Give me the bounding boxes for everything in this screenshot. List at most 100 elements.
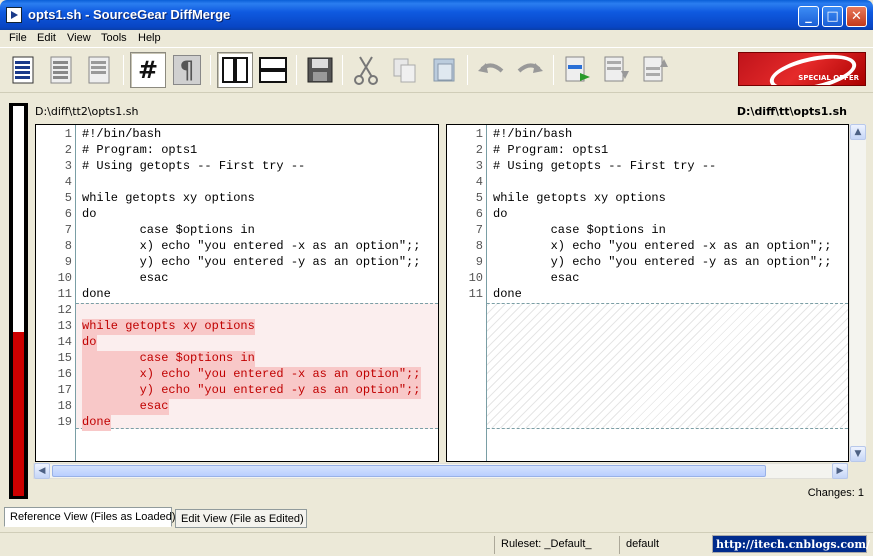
left-code-line[interactable]: done <box>82 415 111 429</box>
pilcrow-icon[interactable]: ¶ <box>169 52 205 88</box>
menu-tools[interactable]: Tools <box>101 32 127 44</box>
menu-file[interactable]: File <box>9 32 27 44</box>
right-code-line[interactable]: x) echo "you entered -x as an option";; <box>493 239 832 253</box>
close-button[interactable]: ✕ <box>846 6 867 27</box>
view-file-icon[interactable] <box>6 52 42 88</box>
next-change-icon[interactable] <box>559 52 595 88</box>
menu-view[interactable]: View <box>67 32 91 44</box>
scroll-down-button[interactable]: ▼ <box>850 446 866 462</box>
tab-reference-view[interactable]: Reference View (Files as Loaded) <box>4 507 176 527</box>
menu-edit[interactable]: Edit <box>37 32 56 44</box>
maximize-button[interactable]: □ <box>822 6 843 27</box>
left-line-number: 6 <box>64 207 72 221</box>
special-offer-banner[interactable]: SPECIAL OFFER <box>738 52 866 86</box>
left-code-line[interactable]: do <box>82 335 96 349</box>
right-line-number: 8 <box>475 239 483 253</box>
left-line-number: 16 <box>57 367 72 381</box>
right-code-line[interactable]: y) echo "you entered -y as an option";; <box>493 255 832 269</box>
changes-count: Changes: 1 <box>807 487 864 499</box>
left-code-line[interactable]: y) echo "you entered -y as an option";; <box>82 383 421 397</box>
app-icon[interactable] <box>6 7 22 23</box>
right-code-line[interactable]: done <box>493 287 522 301</box>
left-code-line[interactable]: y) echo "you entered -y as an option";; <box>82 255 421 269</box>
view-diff-icon[interactable] <box>44 52 80 88</box>
left-code-line[interactable]: x) echo "you entered -x as an option";; <box>82 239 421 253</box>
left-line-number: 7 <box>64 223 72 237</box>
right-line-number: 3 <box>475 159 483 173</box>
prev-change-icon[interactable] <box>598 52 634 88</box>
left-line-number: 2 <box>64 143 72 157</box>
diff-overview-bar[interactable] <box>9 103 28 499</box>
vertical-scrollbar[interactable]: ▲ ▼ <box>849 124 866 462</box>
left-code-line[interactable]: esac <box>82 399 169 413</box>
window-title: opts1.sh - SourceGear DiffMerge <box>28 7 231 22</box>
left-line-number: 4 <box>64 175 72 189</box>
side-by-side-icon[interactable] <box>217 52 253 88</box>
menu-help[interactable]: Help <box>138 32 161 44</box>
view-merge-icon[interactable] <box>82 52 118 88</box>
left-code-line[interactable]: esac <box>82 271 169 285</box>
left-line-number: 8 <box>64 239 72 253</box>
undo-icon[interactable] <box>473 52 509 88</box>
left-file-path: D:\diff\tt2\opts1.sh <box>35 105 139 118</box>
left-line-number: 17 <box>57 383 72 397</box>
ruleset-status[interactable]: Ruleset: _Default_ <box>494 536 618 554</box>
tab-edit-view[interactable]: Edit View (File as Edited) <box>175 509 307 528</box>
left-code-line[interactable]: done <box>82 287 111 301</box>
right-line-number: 1 <box>475 127 483 141</box>
left-line-number: 11 <box>57 287 72 301</box>
horizontal-scrollbar[interactable]: ◀ ▶ <box>33 463 848 479</box>
right-line-number: 2 <box>475 143 483 157</box>
copy-icon[interactable] <box>387 52 423 88</box>
right-code-line[interactable]: case $options in <box>493 223 666 237</box>
left-code-pane[interactable]: 1 #!/bin/bash 2 # Program: opts1 3 # Using ge… <box>35 124 439 462</box>
left-code-line[interactable]: # Program: opts1 <box>82 143 197 157</box>
left-line-number: 14 <box>57 335 72 349</box>
title-bar[interactable]: opts1.sh - SourceGear DiffMerge _ □ ✕ <box>0 0 873 30</box>
left-code-line[interactable]: while getopts xy options <box>82 191 255 205</box>
left-code-line[interactable]: x) echo "you entered -x as an option";; <box>82 367 421 381</box>
diff-overview-marker[interactable] <box>13 332 24 496</box>
right-code-line[interactable]: # Using getopts -- First try -- <box>493 159 716 173</box>
stacked-icon[interactable] <box>255 52 291 88</box>
scroll-right-button[interactable]: ▶ <box>832 463 848 479</box>
horizontal-scroll-thumb[interactable] <box>52 465 766 477</box>
scroll-up-button[interactable]: ▲ <box>850 124 866 140</box>
left-code-line[interactable]: case $options in <box>82 223 255 237</box>
left-code-line[interactable]: case $options in <box>82 351 255 365</box>
default-status: default <box>619 536 711 554</box>
left-line-number: 10 <box>57 271 72 285</box>
left-code-line[interactable]: while getopts xy options <box>82 319 255 333</box>
right-line-number: 7 <box>475 223 483 237</box>
blog-url-watermark: http://itech.cnblogs.com/ <box>712 535 870 553</box>
save-icon[interactable] <box>302 52 338 88</box>
menu-bar: File Edit View Tools Help <box>0 30 873 48</box>
paste-icon[interactable] <box>426 52 462 88</box>
next-conflict-icon[interactable] <box>637 52 673 88</box>
right-line-number: 5 <box>475 191 483 205</box>
left-line-number: 1 <box>64 127 72 141</box>
left-code-line[interactable]: #!/bin/bash <box>82 127 161 141</box>
minimize-button[interactable]: _ <box>798 6 819 27</box>
right-code-line[interactable]: #!/bin/bash <box>493 127 572 141</box>
right-code-line[interactable]: # Program: opts1 <box>493 143 608 157</box>
line-numbers-icon[interactable]: # <box>130 52 166 88</box>
left-code-line[interactable]: # Using getopts -- First try -- <box>82 159 305 173</box>
left-code-line[interactable]: do <box>82 207 96 221</box>
redo-icon[interactable] <box>512 52 548 88</box>
right-line-number: 4 <box>475 175 483 189</box>
pilcrow-glyph: ¶ <box>173 55 201 85</box>
right-line-number: 11 <box>468 287 483 301</box>
placeholder-hunk <box>447 303 848 429</box>
right-code-line[interactable]: do <box>493 207 507 221</box>
left-line-number: 13 <box>57 319 72 333</box>
hash-glyph: # <box>137 56 159 84</box>
cut-icon[interactable] <box>348 52 384 88</box>
right-code-line[interactable]: while getopts xy options <box>493 191 666 205</box>
left-line-number: 9 <box>64 255 72 269</box>
right-code-line[interactable]: esac <box>493 271 580 285</box>
scroll-left-button[interactable]: ◀ <box>34 463 50 479</box>
right-line-number: 10 <box>468 271 483 285</box>
left-line-number: 12 <box>57 303 72 317</box>
right-code-pane[interactable]: 1 #!/bin/bash 2 # Program: opts1 3 # Using ge… <box>446 124 849 462</box>
